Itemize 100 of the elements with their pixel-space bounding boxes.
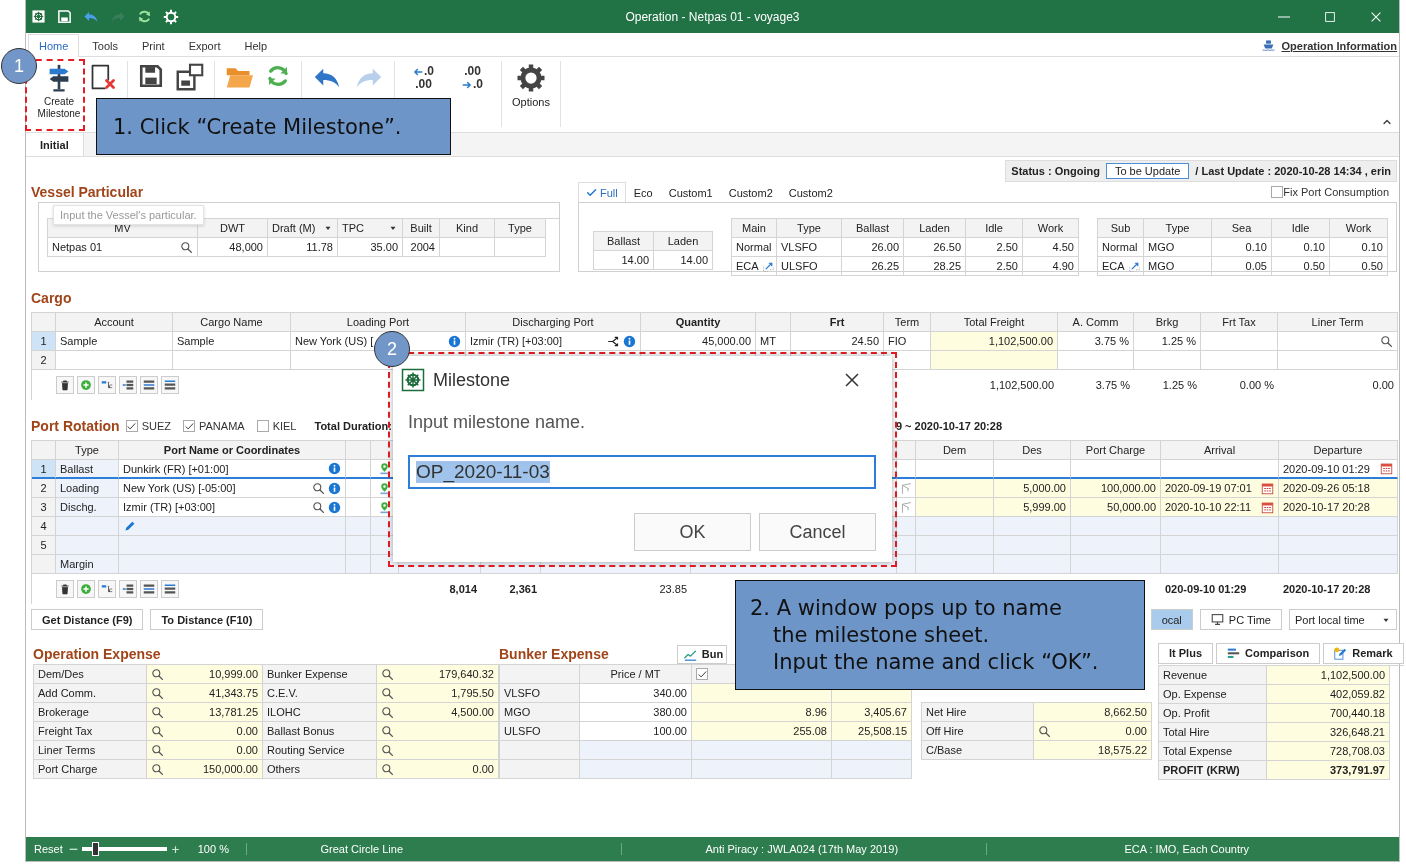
tree-rows-button[interactable] (98, 376, 116, 394)
result-button[interactable]: Remark (1323, 642, 1404, 664)
info-icon[interactable] (448, 334, 461, 348)
decrease-decimal-button[interactable]: .0 .00 (399, 61, 448, 95)
row-number[interactable]: 2 (32, 479, 56, 498)
search-icon[interactable] (381, 743, 394, 757)
menu-tab[interactable]: Tools (81, 34, 130, 56)
calendar-icon[interactable] (1261, 500, 1274, 514)
column-header[interactable]: Kind (440, 219, 495, 238)
plus-icon[interactable] (170, 844, 180, 854)
consumption-tab[interactable]: Custom2 (780, 182, 841, 202)
checkbox[interactable] (1271, 186, 1284, 198)
column-header[interactable]: Type (495, 219, 546, 238)
search-icon[interactable] (151, 667, 164, 681)
search-icon[interactable] (381, 667, 394, 681)
consumption-tab[interactable]: Full (578, 182, 626, 202)
search-icon[interactable] (151, 686, 164, 700)
column-header: Account (56, 313, 173, 332)
info-icon[interactable] (623, 334, 636, 348)
reset-button[interactable]: Reset (34, 843, 63, 855)
increase-decimal-button[interactable]: .00 .0 (448, 61, 498, 95)
delete-row-button[interactable] (56, 580, 74, 598)
consumption-tab[interactable]: Custom2 (720, 182, 781, 202)
save-icon[interactable] (57, 9, 72, 24)
map-pin-icon[interactable] (378, 500, 391, 514)
merge-rows-button[interactable] (161, 580, 179, 598)
map-pin-icon[interactable] (378, 462, 391, 475)
map-pin-icon[interactable] (378, 481, 391, 495)
menu-tab[interactable]: Export (177, 34, 232, 56)
app-logo-icon[interactable] (31, 9, 46, 24)
table-cell: 2020-09-26 05:18 (1279, 479, 1398, 498)
search-icon[interactable] (151, 724, 164, 738)
bunker-button[interactable]: Bun (676, 644, 728, 664)
search-icon[interactable] (1380, 334, 1393, 348)
time-mode-button[interactable]: PC Time (1199, 609, 1282, 630)
column-header[interactable]: TPC (338, 219, 403, 238)
search-icon[interactable] (381, 762, 394, 776)
info-icon[interactable] (328, 481, 341, 495)
column-header[interactable]: DWT (198, 219, 268, 238)
row-number[interactable]: 1 (32, 460, 56, 479)
name-input[interactable]: OP_2020-11-03 (408, 455, 876, 489)
search-icon[interactable] (151, 705, 164, 719)
search-icon[interactable] (381, 724, 394, 738)
checkbox[interactable] (256, 420, 269, 432)
insert-row-button[interactable] (119, 580, 137, 598)
tree-rows-button[interactable] (98, 580, 116, 598)
checkbox[interactable] (125, 420, 138, 432)
search-icon[interactable] (312, 500, 325, 514)
column-header[interactable]: Draft (M) (268, 219, 338, 238)
merge-rows-button[interactable] (161, 376, 179, 394)
row-number[interactable]: 5 (32, 536, 56, 555)
info-icon[interactable] (328, 462, 341, 475)
result-button[interactable]: lt Plus (1158, 642, 1213, 664)
delete-row-button[interactable] (56, 376, 74, 394)
row-number[interactable]: 2 (32, 351, 56, 370)
column-header[interactable]: Built (403, 219, 440, 238)
minus-icon[interactable] (68, 847, 78, 851)
gear-icon[interactable] (163, 8, 179, 25)
save-as-icon (176, 63, 204, 91)
search-icon[interactable] (151, 762, 164, 776)
distance-button[interactable]: Get Distance (F9) (31, 609, 144, 630)
search-icon[interactable] (180, 240, 193, 254)
calendar-icon[interactable] (1380, 462, 1393, 475)
menu-tab[interactable]: Print (131, 34, 176, 56)
operation-information-link[interactable]: Operation Information (1281, 40, 1397, 52)
pencil-icon[interactable] (123, 519, 136, 533)
calendar-icon[interactable] (1261, 481, 1274, 495)
time-zone-dropdown[interactable]: Port local time (1289, 609, 1397, 630)
table-cell: 8,662.50 (1034, 703, 1152, 722)
checkbox[interactable] (183, 420, 195, 432)
search-icon[interactable] (151, 743, 164, 757)
split-rows-button[interactable] (140, 376, 158, 394)
dialog-button[interactable]: Cancel (759, 513, 876, 551)
note-edit-icon (1334, 646, 1348, 660)
slider-thumb[interactable] (91, 842, 99, 856)
split-arrow-icon[interactable] (607, 334, 620, 348)
create-milestone-button[interactable]: Create Milestone (35, 61, 83, 122)
result-button[interactable]: Comparison (1216, 642, 1321, 664)
to-be-update-button[interactable]: To be Update (1105, 163, 1190, 179)
options-button[interactable]: Options (506, 61, 556, 111)
insert-row-button[interactable] (119, 376, 137, 394)
menu-tab[interactable]: Help (233, 34, 279, 56)
row-number[interactable]: 3 (32, 498, 56, 517)
info-icon[interactable] (328, 500, 341, 514)
row-number[interactable]: 1 (32, 332, 56, 351)
distance-button[interactable]: To Distance (F10) (150, 609, 264, 630)
sheet-tab[interactable]: Initial (26, 133, 84, 156)
search-icon[interactable] (381, 686, 394, 700)
search-icon[interactable] (381, 705, 394, 719)
dialog-button[interactable]: OK (634, 513, 751, 551)
menu-tab[interactable]: Home (28, 34, 80, 57)
time-mode-button[interactable]: ocal (1150, 609, 1193, 630)
checkbox[interactable] (696, 668, 708, 680)
row-number[interactable]: 4 (32, 517, 56, 536)
split-rows-button[interactable] (140, 580, 158, 598)
consumption-tab[interactable]: Eco (625, 182, 661, 202)
refresh-icon[interactable] (137, 9, 152, 24)
search-icon[interactable] (1038, 724, 1051, 738)
consumption-tab[interactable]: Custom1 (660, 182, 721, 202)
search-icon[interactable] (312, 481, 325, 495)
